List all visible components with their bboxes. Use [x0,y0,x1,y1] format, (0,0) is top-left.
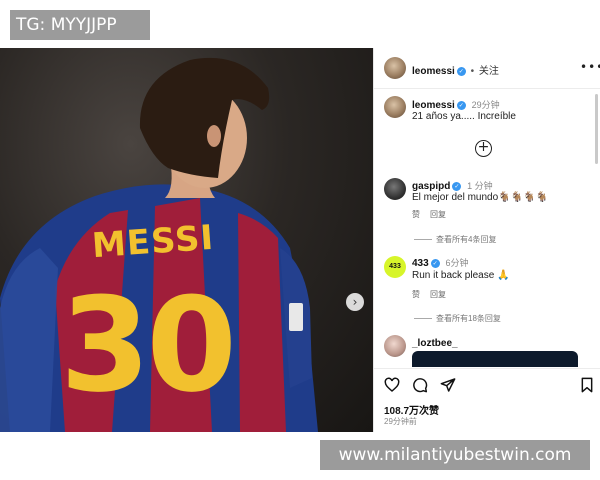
header-author: leomessi ✓ • 关注 [412,62,499,77]
comment-username[interactable]: 433 [412,258,429,269]
avatar[interactable] [384,96,406,118]
comment-like-button[interactable]: 赞 [412,289,420,300]
verified-icon: ✓ [456,66,466,76]
separator: • [470,66,475,77]
comment-icon[interactable] [412,377,428,393]
avatar[interactable] [384,178,406,200]
follow-button[interactable]: 关注 [479,66,499,77]
scrollbar[interactable] [595,94,598,164]
heart-icon[interactable] [384,377,400,393]
comment-text: El mejor del mundo🐐🐐🐐🐐 [412,192,548,203]
comment-author: 433 ✓ 6分钟 [412,256,468,269]
avatar[interactable] [384,335,406,357]
jersey-name: MESSI [90,217,216,267]
post-side-panel: leomessi✓ • 关注 ••• leomessi✓ 29分钟 21 año… [373,48,600,432]
bookmark-icon[interactable] [579,377,595,393]
view-replies-link[interactable]: 查看所有18条回复 [414,313,501,324]
comment-username[interactable]: _loztbee_ [412,338,458,349]
caption-text: 21 años ya..... Increíble [412,111,516,122]
comment-username[interactable]: gaspipd [412,181,450,192]
comment-text: Run it back please 🙏 [412,270,510,281]
comment-reply-button[interactable]: 回复 [430,289,446,300]
caption-time: 29分钟 [471,100,500,110]
likes-count[interactable]: 108.7万次赞 [384,402,439,417]
send-icon[interactable] [440,377,456,393]
chevron-right-icon[interactable]: › [346,293,364,311]
verified-icon: ✓ [456,100,466,110]
header-divider [374,88,600,89]
comment-like-button[interactable]: 赞 [412,209,420,220]
watermark-top: TG: MYYJJPP [10,10,150,40]
comment-time: 6分钟 [445,258,469,268]
comment-author: gaspipd ✓ 1 分钟 [412,179,493,192]
verified-icon: ✓ [452,181,462,191]
avatar[interactable] [384,57,406,79]
comment-time: 1 分钟 [467,181,493,191]
caption-author: leomessi ✓ 29分钟 [412,98,500,111]
plus-circle-icon[interactable]: + [475,140,492,157]
jersey-number: 30 [60,269,237,421]
watermark-bottom: www.milantiyubestwin.com [320,440,590,470]
view-replies-link[interactable]: 查看所有4条回复 [414,234,496,245]
verified-icon: ✓ [430,258,440,268]
actions-divider [374,368,600,369]
avatar[interactable]: 433 [384,256,406,278]
comment-reply-button[interactable]: 回复 [430,209,446,220]
more-horizontal-icon[interactable]: ••• [580,60,600,74]
header-username[interactable]: leomessi [412,66,455,77]
comment-media-preview[interactable] [412,351,578,367]
post-time: 29分钟前 [384,417,417,426]
caption-username[interactable]: leomessi [412,100,455,111]
